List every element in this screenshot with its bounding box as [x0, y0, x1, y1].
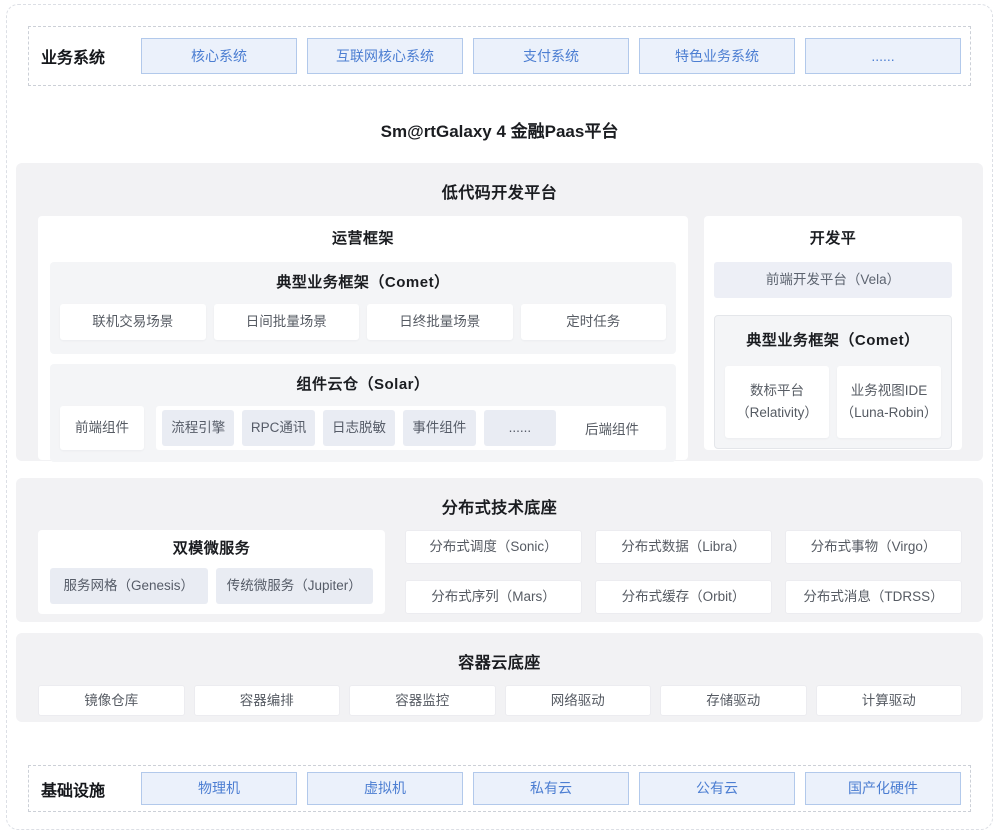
chip-core-system: 核心系统: [141, 38, 297, 74]
container-chip-row: 镜像仓库 容器编排 容器监控 网络驱动 存储驱动 计算驱动: [16, 673, 983, 716]
solar-warehouse-subcard: 组件云仓（Solar） 前端组件 流程引擎 RPC通讯 日志脱敏 事件组件 ..…: [50, 364, 676, 462]
solar-backend-strip: 流程引擎 RPC通讯 日志脱敏 事件组件 ...... 后端组件: [156, 406, 666, 450]
chip-image-registry: 镜像仓库: [38, 685, 185, 716]
dev-platform-title: 开发平: [714, 216, 952, 262]
business-systems-band: 业务系统 核心系统 互联网核心系统 支付系统 特色业务系统 ......: [28, 26, 971, 86]
dev-platform-card: 开发平 前端开发平台（Vela） 典型业务框架（Comet） 数标平台 （Rel…: [704, 216, 962, 450]
distributed-base-title: 分布式技术底座: [16, 478, 983, 518]
chip-distributed-message-tdrss: 分布式消息（TDRSS）: [785, 580, 962, 614]
chip-daytime-batch: 日间批量场景: [214, 304, 360, 340]
dev-comet-title: 典型业务框架（Comet）: [725, 324, 941, 358]
chip-more-components: ......: [484, 410, 556, 446]
chip-distributed-scheduling-sonic: 分布式调度（Sonic）: [405, 530, 582, 564]
solar-chip-row: 前端组件 流程引擎 RPC通讯 日志脱敏 事件组件 ...... 后端组件: [60, 406, 666, 450]
infrastructure-chips: 物理机 虚拟机 私有云 公有云 国产化硬件: [141, 772, 961, 805]
chip-network-driver: 网络驱动: [505, 685, 652, 716]
chip-event-component: 事件组件: [403, 410, 475, 446]
chip-metrics-platform-relativity: 数标平台 （Relativity）: [725, 366, 829, 438]
chip-business-view-ide-line2: （Luna-Robin）: [841, 402, 938, 424]
platform-title: Sm@rtGalaxy 4 金融Paas平台: [0, 117, 999, 142]
chip-distributed-transaction-virgo: 分布式事物（Virgo）: [785, 530, 962, 564]
distributed-base-panel: 分布式技术底座 双模微服务 服务网格（Genesis） 传统微服务（Jupite…: [16, 478, 983, 622]
dual-mode-microservice-card: 双模微服务 服务网格（Genesis） 传统微服务（Jupiter）: [38, 530, 385, 614]
comet-framework-subcard: 典型业务框架（Comet） 联机交易场景 日间批量场景 日终批量场景 定时任务: [50, 262, 676, 354]
chip-metrics-platform-line2: （Relativity）: [736, 402, 818, 424]
chip-scheduled-task: 定时任务: [521, 304, 667, 340]
chip-private-cloud: 私有云: [473, 772, 629, 805]
lowcode-body: 运营框架 典型业务框架（Comet） 联机交易场景 日间批量场景 日终批量场景 …: [16, 203, 983, 460]
chip-distributed-sequence-mars: 分布式序列（Mars）: [405, 580, 582, 614]
dual-mode-chip-row: 服务网格（Genesis） 传统微服务（Jupiter）: [50, 568, 373, 604]
chip-more-systems: ......: [805, 38, 961, 74]
chip-frontend-dev-platform-vela: 前端开发平台（Vela）: [714, 262, 952, 298]
container-base-panel: 容器云底座 镜像仓库 容器编排 容器监控 网络驱动 存储驱动 计算驱动: [16, 633, 983, 722]
chip-container-orchestration: 容器编排: [194, 685, 341, 716]
dev-comet-subcard: 典型业务框架（Comet） 数标平台 （Relativity） 业务视图IDE …: [714, 315, 952, 449]
comet-framework-title: 典型业务框架（Comet）: [60, 268, 666, 298]
architecture-diagram-page: 业务系统 核心系统 互联网核心系统 支付系统 特色业务系统 ...... Sm@…: [0, 0, 999, 836]
dual-mode-title: 双模微服务: [50, 530, 373, 568]
chip-log-masking: 日志脱敏: [323, 410, 395, 446]
chip-public-cloud: 公有云: [639, 772, 795, 805]
solar-warehouse-title: 组件云仓（Solar）: [60, 370, 666, 400]
operation-framework-title: 运营框架: [50, 216, 676, 262]
dev-comet-chip-row: 数标平台 （Relativity） 业务视图IDE （Luna-Robin）: [725, 366, 941, 438]
chip-metrics-platform-line1: 数标平台: [750, 380, 804, 402]
chip-frontend-component: 前端组件: [60, 406, 144, 450]
distributed-body: 双模微服务 服务网格（Genesis） 传统微服务（Jupiter） 分布式调度…: [16, 518, 983, 614]
chip-service-mesh-genesis: 服务网格（Genesis）: [50, 568, 208, 604]
lowcode-platform-title: 低代码开发平台: [16, 163, 983, 203]
chip-virtual-machine: 虚拟机: [307, 772, 463, 805]
chip-traditional-microservice-jupiter: 传统微服务（Jupiter）: [216, 568, 374, 604]
chip-backend-component: 后端组件: [564, 418, 660, 438]
chip-distributed-cache-orbit: 分布式缓存（Orbit）: [595, 580, 772, 614]
chip-container-monitoring: 容器监控: [349, 685, 496, 716]
chip-physical-machine: 物理机: [141, 772, 297, 805]
chip-domestic-hardware: 国产化硬件: [805, 772, 961, 805]
chip-process-engine: 流程引擎: [162, 410, 234, 446]
chip-special-business-system: 特色业务系统: [639, 38, 795, 74]
operation-framework-card: 运营框架 典型业务框架（Comet） 联机交易场景 日间批量场景 日终批量场景 …: [38, 216, 688, 460]
distributed-services-grid: 分布式调度（Sonic） 分布式数据（Libra） 分布式事物（Virgo） 分…: [405, 530, 962, 614]
comet-chip-row: 联机交易场景 日间批量场景 日终批量场景 定时任务: [60, 304, 666, 340]
chip-storage-driver: 存储驱动: [660, 685, 807, 716]
chip-payment-system: 支付系统: [473, 38, 629, 74]
chip-endofday-batch: 日终批量场景: [367, 304, 513, 340]
infrastructure-label: 基础设施: [29, 777, 141, 801]
chip-business-view-ide-line1: 业务视图IDE: [851, 380, 928, 402]
chip-compute-driver: 计算驱动: [816, 685, 963, 716]
chip-distributed-data-libra: 分布式数据（Libra）: [595, 530, 772, 564]
chip-internet-core-system: 互联网核心系统: [307, 38, 463, 74]
business-systems-label: 业务系统: [29, 44, 141, 68]
business-systems-chips: 核心系统 互联网核心系统 支付系统 特色业务系统 ......: [141, 38, 961, 74]
infrastructure-band: 基础设施 物理机 虚拟机 私有云 公有云 国产化硬件: [28, 765, 971, 812]
chip-online-transaction: 联机交易场景: [60, 304, 206, 340]
chip-rpc-communication: RPC通讯: [242, 410, 314, 446]
lowcode-platform-panel: 低代码开发平台 运营框架 典型业务框架（Comet） 联机交易场景 日间批量场景…: [16, 163, 983, 461]
chip-business-view-ide-luna-robin: 业务视图IDE （Luna-Robin）: [837, 366, 941, 438]
container-base-title: 容器云底座: [16, 633, 983, 673]
